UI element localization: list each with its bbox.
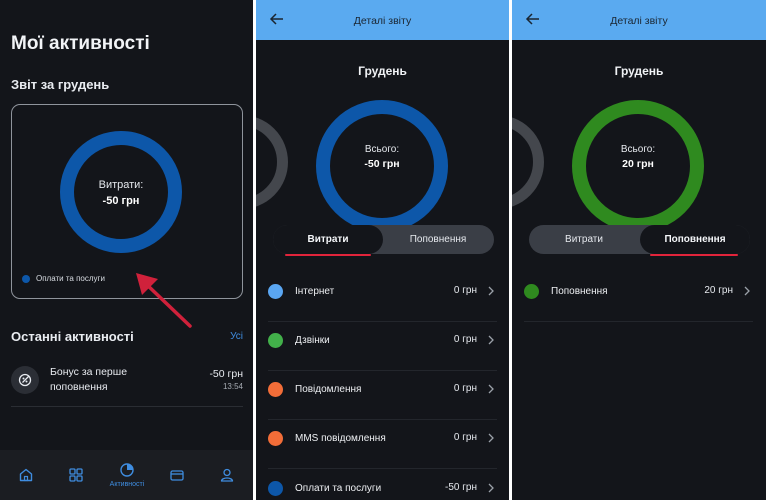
nav-wallet[interactable] [152,450,202,500]
header-title: Деталі звіту [353,15,412,27]
category-name: Дзвінки [295,335,330,346]
chevron-right-icon [488,483,494,493]
category-row[interactable]: Поповнення 20 грн [524,273,753,322]
header-title: Деталі звіту [610,15,668,27]
category-name: Оплати та послуги [295,483,382,494]
category-name: Повідомлення [295,384,362,395]
ring-value: -50 грн [364,158,400,170]
chevron-right-icon [488,384,494,394]
ring-label: Всього: [364,144,400,155]
category-dot [268,431,283,446]
legend-dot [22,274,30,283]
see-all-link[interactable]: Усі [230,331,243,342]
annotation-arrow-icon [136,273,192,328]
bottom-navigation: Активності [0,450,253,500]
category-amount: 0 грн [453,383,477,394]
previous-month-ring[interactable] [256,115,288,209]
nav-activities-label: Активності [109,481,145,488]
top-bar: Деталі звіту [256,0,509,40]
active-tab-indicator [650,254,738,256]
chevron-right-icon [488,433,494,443]
nav-home[interactable] [1,450,51,500]
tab-expenses[interactable]: Витрати [529,225,639,254]
activity-title: Бонус за перше поповнення [50,366,128,393]
category-name: MMS повідомлення [295,433,386,444]
category-amount: -50 грн [445,482,477,493]
report-details-topups-screen: Деталі звіту Грудень Всього: 20 грн Витр… [512,0,766,500]
my-activities-screen: Мої активності Звіт за грудень Витрати: … [0,0,253,500]
legend-item: Оплати та послуги [22,274,105,283]
top-bar: Деталі звіту [512,0,766,40]
activities-icon [120,463,134,477]
chevron-right-icon [488,286,494,296]
activity-amount: -50 грн [209,368,243,380]
nav-profile[interactable] [202,450,252,500]
category-amount: 20 грн [704,285,733,296]
previous-month-ring[interactable] [512,115,544,209]
bonus-icon [11,366,39,394]
expenses-ring: Витрати: -50 грн [60,131,182,253]
wallet-icon [170,470,184,481]
profile-icon [220,468,234,482]
activity-time: 13:54 [222,382,243,391]
total-ring: Всього: 20 грн [572,100,704,232]
legend-label: Оплати та послуги [36,274,105,283]
category-row[interactable]: Інтернет 0 грн [268,273,497,322]
category-amount: 0 грн [453,334,477,345]
total-ring: Всього: -50 грн [316,100,448,232]
category-dot [268,481,283,496]
tab-expenses[interactable]: Витрати [273,225,383,254]
category-dot [268,284,283,299]
category-name: Інтернет [295,286,335,297]
page-title: Мої активності [11,33,150,54]
report-title: Звіт за грудень [11,77,110,92]
chevron-right-icon [488,335,494,345]
ring-label: Витрати: [98,179,144,191]
month-title: Грудень [358,64,407,78]
category-amount: 0 грн [453,285,477,296]
grid-icon [69,468,83,482]
category-dot [268,333,283,348]
tab-topups[interactable]: Поповнення [640,225,750,254]
tab-topups[interactable]: Поповнення [383,225,493,254]
month-title: Грудень [614,64,664,78]
active-tab-indicator [285,254,371,256]
category-row[interactable]: Повідомлення 0 грн [268,371,497,420]
category-amount: 0 грн [453,432,477,443]
ring-value: -50 грн [102,195,140,207]
nav-services[interactable] [51,450,101,500]
activity-item[interactable]: Бонус за перше поповнення -50 грн 13:54 [11,361,243,407]
category-dot [524,284,539,299]
type-toggle: Витрати Поповнення [529,225,750,256]
report-details-expenses-screen: Деталі звіту Грудень Всього: -50 грн Вит… [256,0,509,500]
home-icon [19,468,33,482]
category-name: Поповнення [551,286,608,297]
ring-value: 20 грн [622,158,654,170]
recent-activities-title: Останні активності [11,329,134,344]
ring-label: Всього: [620,144,656,155]
category-row[interactable]: Оплати та послуги -50 грн [268,470,497,500]
category-row[interactable]: Дзвінки 0 грн [268,322,497,371]
nav-activities[interactable]: Активності [102,450,152,500]
report-card[interactable]: Витрати: -50 грн Оплати та послуги [11,104,243,299]
category-dot [268,382,283,397]
chevron-right-icon [744,286,750,296]
type-toggle: Витрати Поповнення [273,225,494,256]
category-row[interactable]: MMS повідомлення 0 грн [268,420,497,469]
